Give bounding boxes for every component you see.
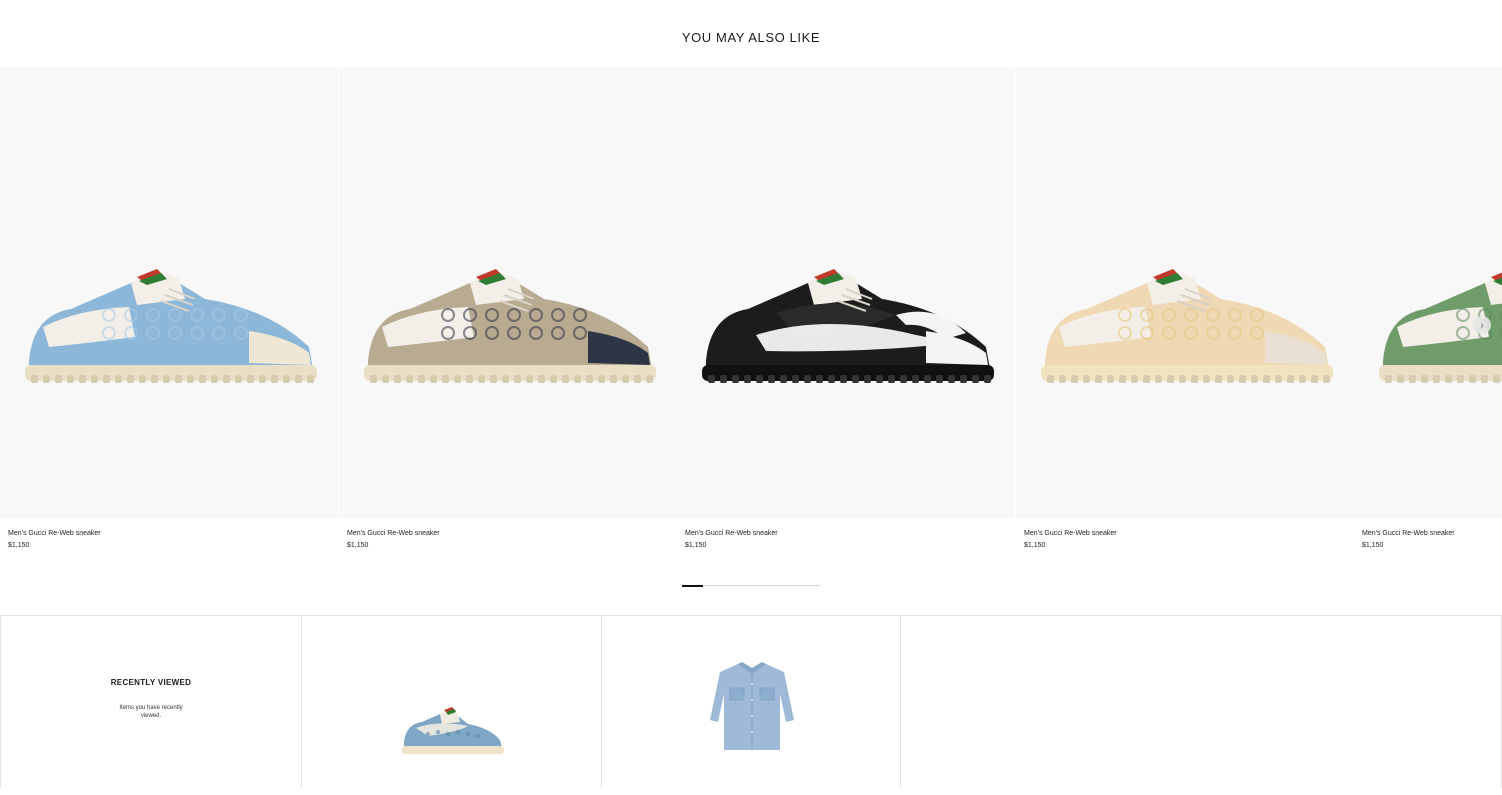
sneaker-icon [1041, 268, 1333, 383]
product-image[interactable] [677, 67, 1015, 518]
carousel-next-button[interactable]: › [1473, 316, 1491, 334]
sneaker-icon [25, 268, 317, 383]
section-title: YOU MAY ALSO LIKE [681, 30, 821, 45]
product-card[interactable]: Men's Gucci Re-Web sneaker $1,150 [1016, 67, 1354, 557]
product-name[interactable]: Men's Gucci Re-Web sneaker [1362, 530, 1455, 537]
product-price: $1,150 [347, 542, 369, 549]
product-card[interactable]: Men's Gucci Re-Web sneaker $1,150 [677, 67, 1015, 557]
product-carousel[interactable]: Men's Gucci Re-Web sneaker $1,150 Men's G… [0, 67, 1502, 557]
product-name[interactable]: Men's Gucci Re-Web sneaker [8, 530, 101, 537]
recently-viewed-empty-slot [901, 616, 1502, 788]
recently-viewed-title: RECENTLY VIEWED [110, 678, 192, 687]
product-price: $1,150 [1024, 542, 1046, 549]
sneaker-thumbnail [402, 707, 504, 754]
recently-viewed-item-sneaker[interactable] [302, 616, 602, 788]
denim-shirt-thumbnail [710, 662, 794, 750]
sneaker-icon [702, 268, 994, 383]
product-price: $1,150 [8, 542, 30, 549]
product-image[interactable] [0, 67, 338, 518]
product-card[interactable]: Men's Gucci Re-Web sneaker $1,150 [0, 67, 338, 557]
carousel-progress-fill [682, 584, 703, 587]
product-image[interactable] [339, 67, 677, 518]
product-card[interactable]: Men's Gucci Re-Web sneaker $1,150 [339, 67, 677, 557]
sneaker-icon [364, 268, 656, 383]
carousel-progress [682, 584, 820, 587]
recently-viewed-section: RECENTLY VIEWED Items you have recently … [0, 615, 1502, 795]
product-name[interactable]: Men's Gucci Re-Web sneaker [685, 530, 778, 537]
product-price: $1,150 [685, 542, 707, 549]
product-price: $1,150 [1362, 542, 1384, 549]
product-card[interactable]: Men's Gucci Re-Web sneaker $1,150 [1354, 67, 1502, 557]
recently-viewed-intro: RECENTLY VIEWED Items you have recently … [0, 616, 302, 788]
recently-viewed-subtitle: Items you have recently viewed. [119, 705, 183, 719]
chevron-right-icon: › [1480, 319, 1484, 331]
recently-viewed-item-denim-shirt[interactable] [602, 616, 901, 788]
product-image[interactable] [1016, 67, 1354, 518]
product-name[interactable]: Men's Gucci Re-Web sneaker [1024, 530, 1117, 537]
product-image[interactable] [1354, 67, 1502, 518]
product-name[interactable]: Men's Gucci Re-Web sneaker [347, 530, 440, 537]
